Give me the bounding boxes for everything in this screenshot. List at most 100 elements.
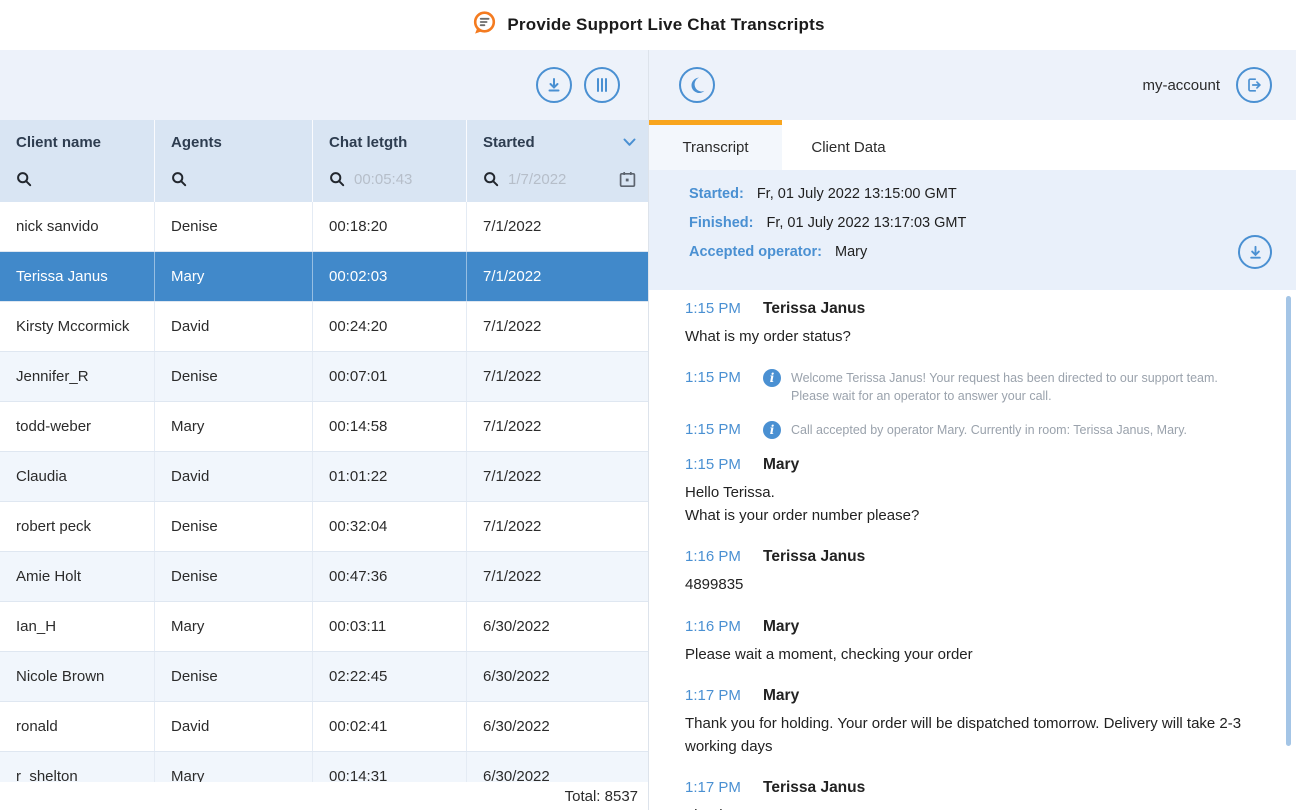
export-download-button[interactable] bbox=[536, 67, 572, 103]
table-row[interactable]: todd-weberMary00:14:587/1/2022 bbox=[0, 402, 648, 452]
transcript-panel: my-account Transcript Client Data bbox=[648, 50, 1296, 810]
message-author: Mary bbox=[763, 618, 799, 636]
dark-mode-button[interactable] bbox=[679, 67, 715, 103]
message-body: Please wait a moment, checking your orde… bbox=[685, 643, 1256, 666]
chat-message: 1:17 PMTerissa JanusThank you Mary bbox=[685, 779, 1256, 810]
message-header: 1:16 PM Mary bbox=[685, 618, 1256, 636]
cell-chat-length: 00:18:20 bbox=[313, 202, 467, 251]
cell-chat-length: 00:02:41 bbox=[313, 702, 467, 751]
cell-started: 7/1/2022 bbox=[467, 452, 648, 501]
cell-started: 7/1/2022 bbox=[467, 502, 648, 551]
transcript-download-button[interactable] bbox=[1238, 235, 1272, 269]
column-header-chat-letgth[interactable]: Chat letgth bbox=[313, 120, 467, 164]
meta-started: Started: Fr, 01 July 2022 13:15:00 GMT bbox=[689, 186, 966, 202]
chat-message: 1:15 PMTerissa JanusWhat is my order sta… bbox=[685, 300, 1256, 348]
transcripts-panel: Client name Agents Chat letgth Started 00:0… bbox=[0, 50, 648, 810]
message-author: Mary bbox=[763, 687, 799, 705]
cell-client-name: todd-weber bbox=[0, 402, 155, 451]
message-body: 4899835 bbox=[685, 573, 1256, 596]
message-time: 1:15 PM bbox=[685, 456, 741, 473]
meta-operator: Accepted operator: Mary bbox=[689, 244, 966, 260]
cell-agent: Mary bbox=[155, 602, 313, 651]
search-filter-started[interactable]: 1/7/2022 bbox=[467, 164, 648, 202]
search-icon bbox=[329, 171, 345, 187]
cell-client-name: nick sanvido bbox=[0, 202, 155, 251]
account-area: my-account bbox=[1142, 67, 1272, 103]
tab-transcript-label: Transcript bbox=[682, 139, 748, 156]
table-header-row: Client name Agents Chat letgth Started bbox=[0, 120, 648, 164]
sort-desc-icon[interactable] bbox=[623, 138, 636, 147]
column-label: Agents bbox=[171, 134, 222, 151]
column-header-client-name[interactable]: Client name bbox=[0, 120, 155, 164]
search-placeholder[interactable]: 00:05:43 bbox=[354, 171, 454, 188]
cell-started: 7/1/2022 bbox=[467, 252, 648, 301]
column-label: Client name bbox=[16, 134, 101, 151]
transcript-meta: Started: Fr, 01 July 2022 13:15:00 GMT F… bbox=[649, 170, 1296, 290]
tab-transcript[interactable]: Transcript bbox=[649, 120, 782, 170]
message-header: 1:15 PMMary bbox=[685, 456, 1256, 474]
search-filter-client-name[interactable] bbox=[0, 164, 155, 202]
search-filter-agents[interactable] bbox=[155, 164, 313, 202]
calendar-icon[interactable] bbox=[619, 171, 636, 188]
cell-started: 6/30/2022 bbox=[467, 702, 648, 751]
message-line: Hello Terissa. bbox=[685, 481, 1256, 504]
column-header-agents[interactable]: Agents bbox=[155, 120, 313, 164]
table-row[interactable]: robert peckDenise00:32:047/1/2022 bbox=[0, 502, 648, 552]
table-row[interactable]: Ian_HMary00:03:116/30/2022 bbox=[0, 602, 648, 652]
column-header-started[interactable]: Started bbox=[467, 120, 648, 164]
table-row[interactable]: Jennifer_RDenise00:07:017/1/2022 bbox=[0, 352, 648, 402]
chat-message: 1:16 PM Mary Please wait a moment, checkin… bbox=[685, 618, 1256, 666]
cell-started: 7/1/2022 bbox=[467, 302, 648, 351]
cell-client-name: Ian_H bbox=[0, 602, 155, 651]
table-row[interactable]: r_sheltonMary00:14:316/30/2022 bbox=[0, 752, 648, 782]
message-body: Thank you for holding. Your order will b… bbox=[685, 712, 1256, 759]
cell-agent: Mary bbox=[155, 752, 313, 782]
cell-agent: Mary bbox=[155, 252, 313, 301]
meta-finished-label: Finished: bbox=[689, 215, 753, 231]
message-author: Terissa Janus bbox=[763, 548, 865, 566]
cell-client-name: Terissa Janus bbox=[0, 252, 155, 301]
system-message-text: Call accepted by operator Mary. Currentl… bbox=[791, 421, 1187, 440]
cell-chat-length: 00:02:03 bbox=[313, 252, 467, 301]
table-row[interactable]: Kirsty MccormickDavid00:24:207/1/2022 bbox=[0, 302, 648, 352]
column-label: Chat letgth bbox=[329, 134, 407, 151]
app-logo-icon bbox=[471, 10, 497, 41]
cell-started: 6/30/2022 bbox=[467, 752, 648, 782]
meta-operator-value: Mary bbox=[835, 244, 867, 260]
table-row[interactable]: ClaudiaDavid01:01:227/1/2022 bbox=[0, 452, 648, 502]
message-time: 1:15 PM bbox=[685, 300, 741, 317]
cell-client-name: Nicole Brown bbox=[0, 652, 155, 701]
search-icon bbox=[171, 171, 187, 187]
cell-agent: David bbox=[155, 702, 313, 751]
search-icon bbox=[16, 171, 32, 187]
cell-chat-length: 00:47:36 bbox=[313, 552, 467, 601]
table-footer: Total: 8537 bbox=[0, 782, 648, 810]
table-row[interactable]: Nicole BrownDenise02:22:456/30/2022 bbox=[0, 652, 648, 702]
system-message-content: iCall accepted by operator Mary. Current… bbox=[763, 421, 1187, 440]
logout-button[interactable] bbox=[1236, 67, 1272, 103]
message-time: 1:16 PM bbox=[685, 618, 741, 635]
column-label: Started bbox=[483, 134, 535, 151]
search-filter-chat-letgth[interactable]: 00:05:43 bbox=[313, 164, 467, 202]
meta-started-label: Started: bbox=[689, 186, 744, 202]
table-row[interactable]: Terissa JanusMary00:02:037/1/2022 bbox=[0, 252, 648, 302]
transcript-tabs: Transcript Client Data bbox=[649, 120, 1296, 170]
table-row[interactable]: Amie HoltDenise00:47:367/1/2022 bbox=[0, 552, 648, 602]
info-icon: i bbox=[763, 369, 781, 387]
meta-finished: Finished: Fr, 01 July 2022 13:17:03 GMT bbox=[689, 215, 966, 231]
table-row[interactable]: nick sanvidoDenise00:18:207/1/2022 bbox=[0, 202, 648, 252]
page-title: Provide Support Live Chat Transcripts bbox=[507, 15, 824, 35]
cell-client-name: Kirsty Mccormick bbox=[0, 302, 155, 351]
system-message-content: iWelcome Terissa Janus! Your request has… bbox=[763, 369, 1256, 405]
table-row[interactable]: ronaldDavid00:02:416/30/2022 bbox=[0, 702, 648, 752]
transcript-meta-rows: Started: Fr, 01 July 2022 13:15:00 GMT F… bbox=[689, 186, 966, 290]
cell-chat-length: 00:14:31 bbox=[313, 752, 467, 782]
search-placeholder[interactable]: 1/7/2022 bbox=[508, 171, 610, 188]
chat-scrollbar[interactable] bbox=[1286, 296, 1291, 746]
main-content: Client name Agents Chat letgth Started 00:0… bbox=[0, 50, 1296, 810]
columns-settings-button[interactable] bbox=[584, 67, 620, 103]
message-line: Thank you Mary bbox=[685, 804, 1256, 810]
cell-started: 6/30/2022 bbox=[467, 602, 648, 651]
tab-client-data[interactable]: Client Data bbox=[782, 120, 915, 170]
chat-message: 1:16 PMTerissa Janus4899835 bbox=[685, 548, 1256, 596]
